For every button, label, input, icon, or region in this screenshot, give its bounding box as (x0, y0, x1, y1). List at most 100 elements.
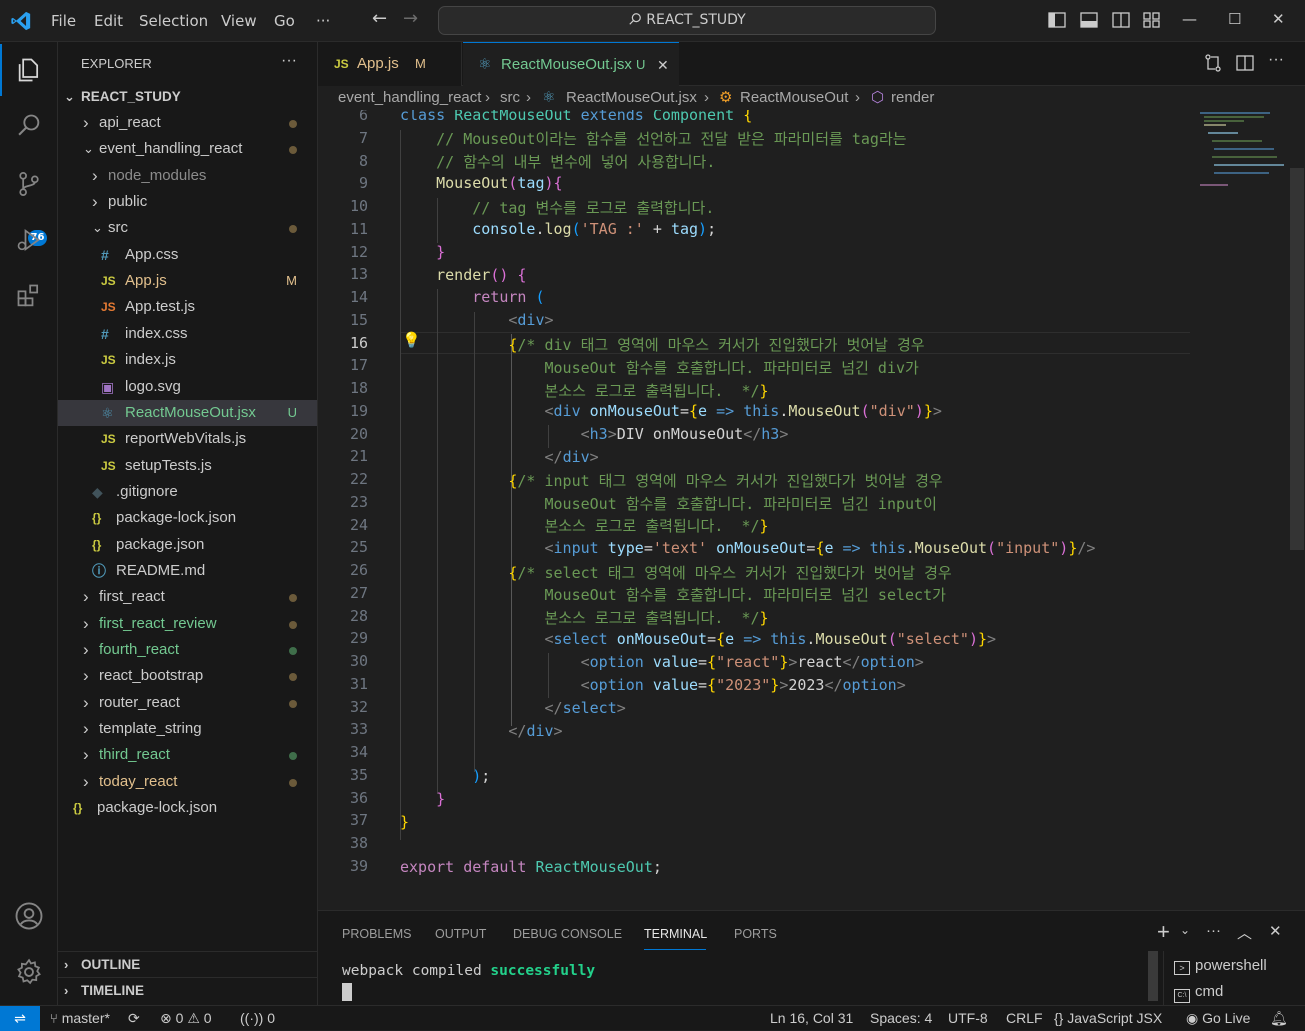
terminal-output[interactable]: webpack compiled successfully (342, 963, 595, 979)
minimap[interactable] (1200, 110, 1290, 190)
tree-folder[interactable]: › router_react (58, 690, 317, 716)
breadcrumb-file[interactable]: ReactMouseOut.jsx (566, 86, 697, 110)
new-terminal-icon[interactable]: + (1157, 919, 1170, 945)
tree-folder[interactable]: ⌄ event_handling_react (58, 136, 317, 162)
timeline-section[interactable]: › TIMELINE (58, 977, 317, 1003)
tree-file[interactable]: JS App.js M (58, 268, 317, 294)
chevron-down-icon[interactable]: ⌄ (1180, 923, 1190, 937)
tab-reactmouseout-jsx[interactable]: ⚛ ReactMouseOut.jsx U ✕ (463, 42, 679, 86)
tree-file[interactable]: ⓘ README.md (58, 558, 317, 584)
explorer-more-icon[interactable]: ··· (281, 52, 297, 70)
tab-output[interactable]: OUTPUT (435, 927, 486, 941)
tab-ports[interactable]: PORTS (734, 927, 777, 941)
run-debug-icon[interactable] (0, 214, 58, 266)
tree-folder[interactable]: › api_react (58, 110, 317, 136)
menu-go[interactable]: Go (274, 12, 295, 30)
tree-folder[interactable]: › third_react (58, 742, 317, 768)
tree-file[interactable]: JS index.js (58, 347, 317, 373)
forward-arrow-icon[interactable]: → (403, 8, 418, 29)
maximize-panel-icon[interactable]: ︿ (1237, 922, 1252, 943)
extensions-icon[interactable] (0, 270, 58, 322)
open-changes-icon[interactable] (1203, 53, 1223, 78)
close-tab-icon[interactable]: ✕ (657, 43, 669, 87)
tree-file[interactable]: # App.css (58, 242, 317, 268)
source-control-icon[interactable] (0, 158, 58, 210)
tree-file[interactable]: ⚛ ReactMouseOut.jsx U (58, 399, 317, 426)
js-file-icon: JS (334, 57, 349, 71)
remote-indicator-icon[interactable]: ⇌ (0, 1006, 40, 1031)
ports-status[interactable]: ((·)) 0 (240, 1006, 275, 1030)
line-ending[interactable]: CRLF (1006, 1006, 1043, 1030)
tree-file[interactable]: {} package-lock.json (58, 505, 317, 531)
tree-folder[interactable]: › react_bootstrap (58, 663, 317, 689)
tree-folder[interactable]: › template_string (58, 716, 317, 742)
workspace-root[interactable]: ⌄ REACT_STUDY (58, 84, 317, 110)
breadcrumb-src[interactable]: src (500, 86, 520, 110)
cursor-position[interactable]: Ln 16, Col 31 (770, 1006, 853, 1030)
tree-file[interactable]: JS reportWebVitals.js (58, 426, 317, 452)
tab-app-js[interactable]: JS App.js M (318, 42, 462, 86)
tree-file[interactable]: ◆ .gitignore (58, 479, 317, 505)
menu-selection[interactable]: Selection (139, 12, 208, 30)
back-arrow-icon[interactable]: ← (372, 8, 387, 29)
tree-folder[interactable]: › today_react (58, 769, 317, 795)
editor-scrollbar[interactable] (1290, 168, 1304, 550)
sync-icon[interactable]: ⟳ (128, 1006, 140, 1030)
tree-folder[interactable]: ⌄ src (58, 215, 317, 241)
git-branch[interactable]: ⑂ master* (50, 1006, 110, 1031)
minimize-icon[interactable]: — (1182, 10, 1197, 28)
language-mode[interactable]: {} JavaScript JSX (1054, 1006, 1162, 1030)
go-live[interactable]: ◉ Go Live (1186, 1006, 1250, 1030)
search-icon[interactable] (0, 100, 58, 152)
maximize-icon[interactable]: ☐ (1228, 10, 1241, 28)
toggle-primary-sidebar-icon[interactable] (1048, 12, 1066, 32)
untracked-badge: U (636, 57, 646, 72)
command-center[interactable]: REACT_STUDY (438, 6, 936, 35)
encoding[interactable]: UTF-8 (948, 1006, 988, 1030)
chevron-right-icon: › (64, 957, 69, 972)
outline-section[interactable]: › OUTLINE (58, 951, 317, 977)
menu-file[interactable]: File (51, 12, 76, 30)
terminal-item-powershell[interactable]: > powershell (1174, 957, 1267, 975)
notifications-bell-icon[interactable]: 🔔︎ (1270, 1006, 1288, 1030)
tree-folder[interactable]: › public (58, 189, 317, 215)
settings-gear-icon[interactable] (0, 946, 58, 998)
editor-more-icon[interactable]: ··· (1268, 51, 1284, 69)
error-count: 0 (175, 1010, 184, 1026)
toggle-secondary-sidebar-icon[interactable] (1112, 12, 1130, 32)
tree-file[interactable]: JS setupTests.js (58, 453, 317, 479)
breadcrumb-class[interactable]: ReactMouseOut (740, 86, 848, 110)
breadcrumb-folder[interactable]: event_handling_react (338, 86, 481, 110)
menu-view[interactable]: View (221, 12, 257, 30)
terminal-scrollbar[interactable] (1148, 951, 1158, 1001)
accounts-icon[interactable] (0, 890, 58, 942)
split-editor-icon[interactable] (1235, 53, 1255, 78)
tab-debug-console[interactable]: DEBUG CONSOLE (513, 927, 622, 941)
line-number: 19 (349, 401, 368, 420)
problems-status[interactable]: ⊗ 0 ⚠ 0 (160, 1006, 212, 1030)
tree-folder[interactable]: › first_react_review (58, 611, 317, 637)
tree-folder[interactable]: › node_modules (58, 163, 317, 189)
toggle-panel-icon[interactable] (1080, 12, 1098, 32)
customize-layout-icon[interactable] (1143, 12, 1161, 32)
panel-more-icon[interactable]: ··· (1206, 922, 1221, 939)
menu-edit[interactable]: Edit (94, 12, 123, 30)
terminal-item-cmd[interactable]: C:\ cmd (1174, 983, 1223, 1003)
tree-file[interactable]: # index.css (58, 321, 317, 347)
code-editor[interactable]: 6 7 8 9 10 11 12 13 14 15 16 17 18 19 20 21 22 23 24 25 26 27… (318, 110, 1305, 910)
chevron-right-icon: › (64, 983, 69, 998)
menu-more[interactable]: ··· (316, 12, 330, 30)
close-window-icon[interactable]: ✕ (1272, 10, 1285, 28)
indentation[interactable]: Spaces: 4 (870, 1006, 932, 1030)
tree-folder[interactable]: › fourth_react (58, 637, 317, 663)
close-panel-icon[interactable]: ✕ (1269, 922, 1282, 940)
tab-terminal[interactable]: TERMINAL (644, 927, 707, 941)
tree-file[interactable]: ▣ logo.svg (58, 374, 317, 400)
breadcrumb-method[interactable]: render (891, 86, 934, 110)
tab-problems[interactable]: PROBLEMS (342, 927, 411, 941)
tree-folder[interactable]: › first_react (58, 584, 317, 610)
explorer-icon[interactable] (0, 44, 58, 96)
tree-file[interactable]: {} package.json (58, 532, 317, 558)
tree-file[interactable]: {} package-lock.json (58, 795, 317, 821)
tree-file[interactable]: JS App.test.js (58, 294, 317, 320)
